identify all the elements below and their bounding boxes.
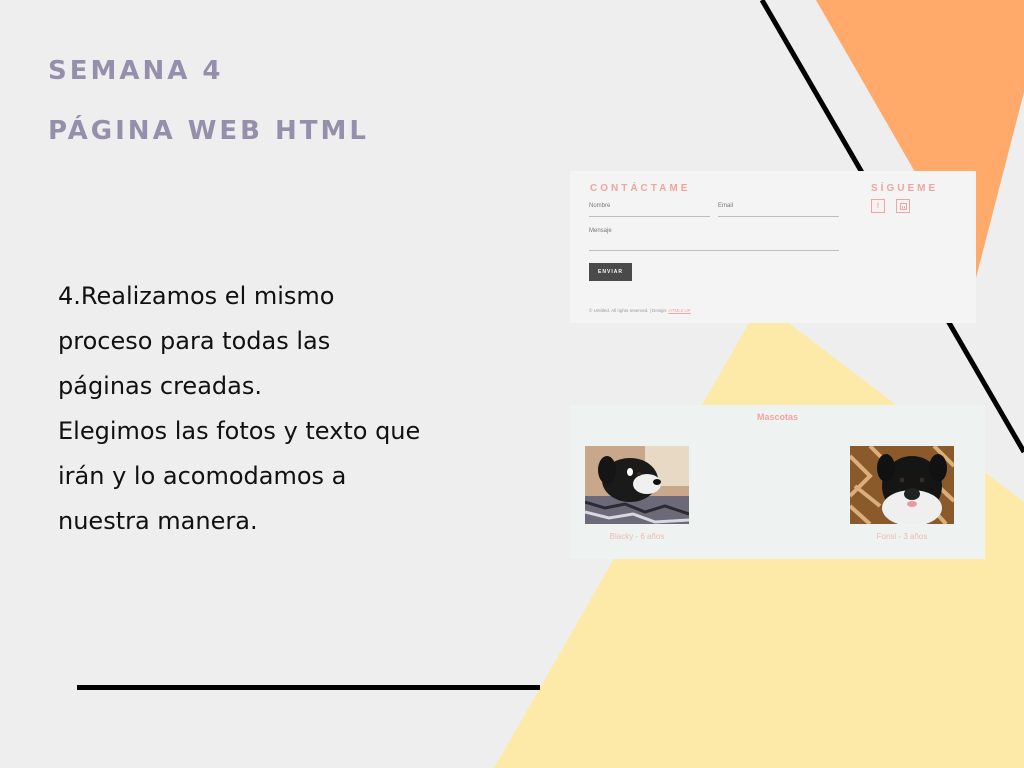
body-line: 4.Realizamos el mismo: [58, 282, 335, 310]
message-field[interactable]: Mensaje: [589, 228, 839, 251]
slide-heading-title: PÁGINA WEB HTML: [48, 116, 369, 146]
send-button[interactable]: ENVIAR: [589, 263, 632, 281]
body-line: páginas creadas.: [58, 372, 262, 400]
contact-title: CONTÁCTAME: [590, 183, 691, 194]
email-field-label: Email: [718, 203, 734, 209]
body-line: irán y lo acomodamos a: [58, 462, 347, 490]
facebook-icon[interactable]: f: [871, 199, 885, 213]
horizontal-divider: [77, 685, 540, 690]
name-field-label: Nombre: [589, 203, 611, 209]
footer-link[interactable]: HTML5 UP: [669, 308, 691, 313]
pet-caption: Blacky - 6 años: [609, 532, 665, 541]
footer-copyright: © Untitled. All rights reserved. | Desig…: [589, 308, 668, 313]
linkedin-icon[interactable]: [896, 199, 910, 213]
dog-photo-blacky: [585, 446, 689, 524]
dog-photo-fonsi: [850, 446, 954, 524]
contact-page-screenshot: CONTÁCTAME SÍGUEME Nombre Email Mensaje …: [570, 171, 976, 323]
footer-text: © Untitled. All rights reserved. | Desig…: [589, 308, 691, 313]
pet-caption: Fonsi - 3 años: [876, 532, 928, 541]
slide-heading-week: SEMANA 4: [48, 56, 224, 86]
body-line: Elegimos las fotos y texto que: [58, 417, 421, 445]
email-field[interactable]: Email: [718, 203, 839, 217]
follow-title: SÍGUEME: [871, 183, 939, 194]
name-field[interactable]: Nombre: [589, 203, 710, 217]
pets-title: Mascotas: [756, 412, 799, 422]
slide-body-text: 4.Realizamos el mismo proceso para todas…: [58, 274, 478, 544]
body-line: nuestra manera.: [58, 507, 258, 535]
pets-page-screenshot: Mascotas Blacky - 6 años Fonsi - 3 años: [570, 405, 985, 559]
message-field-label: Mensaje: [589, 228, 612, 234]
body-line: proceso para todas las: [58, 327, 331, 355]
